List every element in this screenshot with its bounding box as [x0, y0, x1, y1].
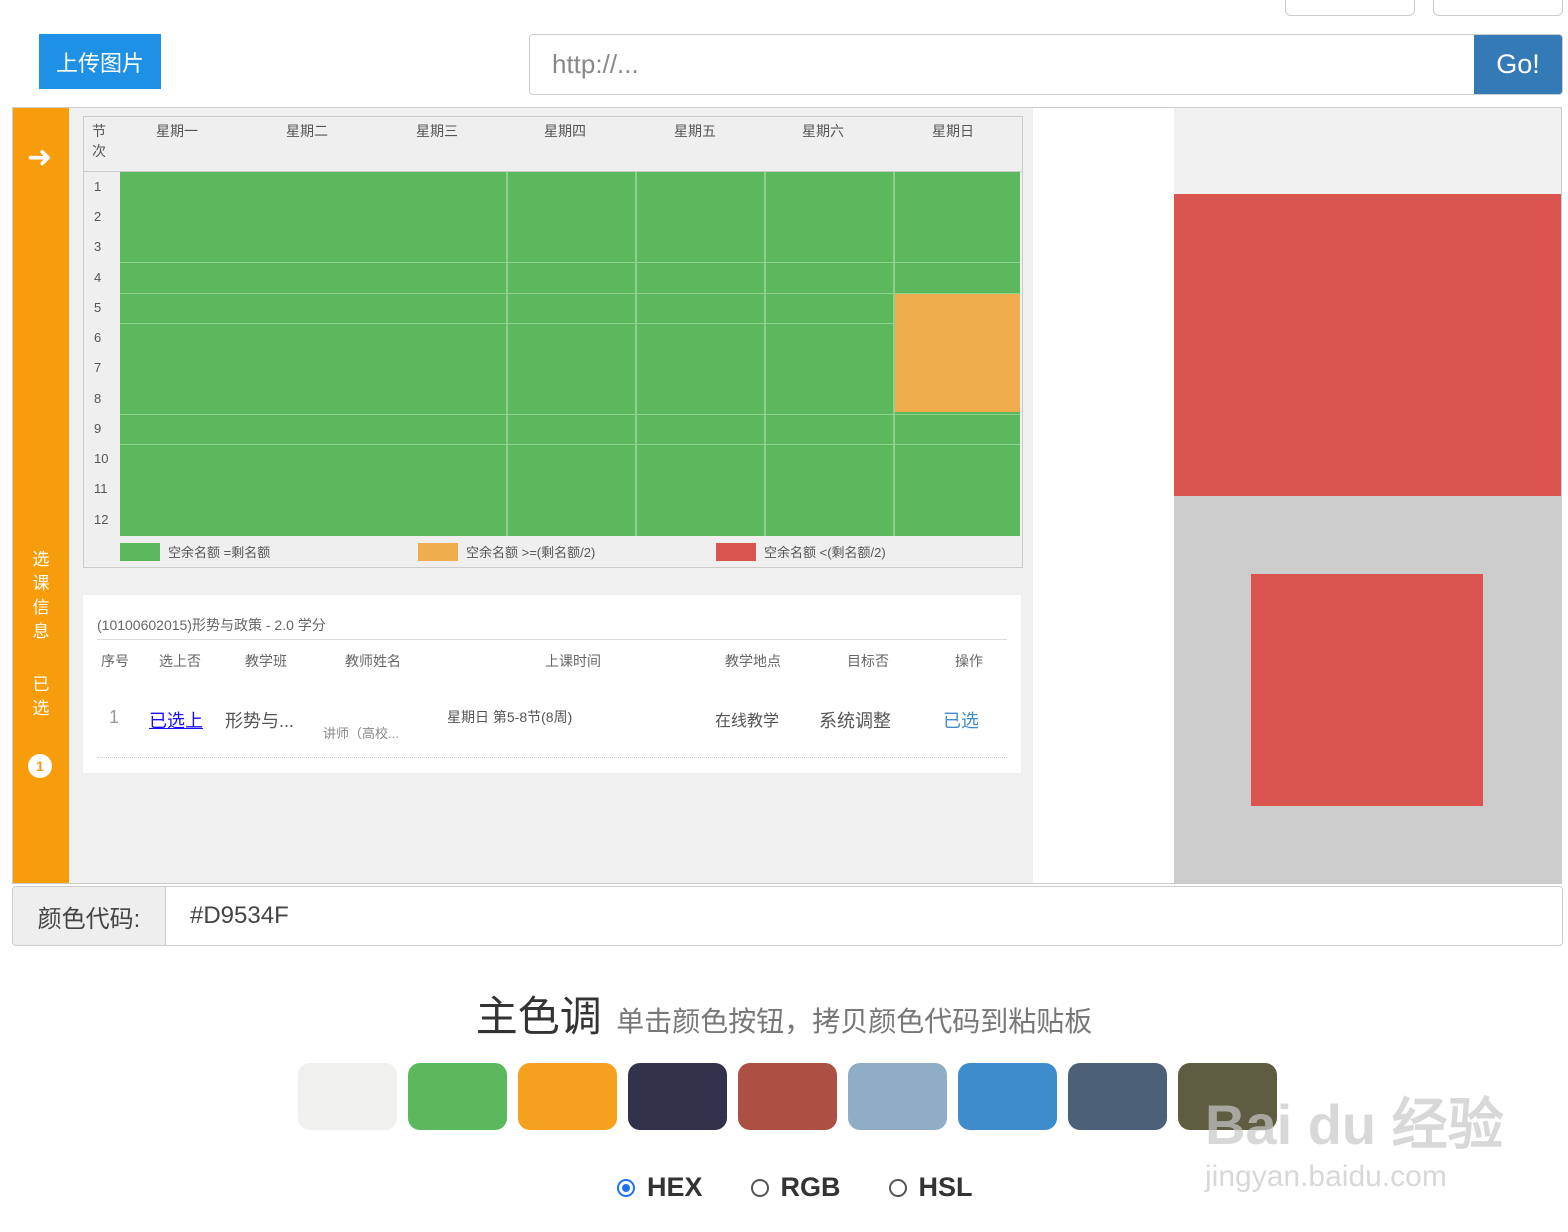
radio-button[interactable]: [888, 1178, 907, 1197]
color-code-value[interactable]: #D9534F: [166, 887, 1562, 945]
course-cell: 在线教学: [715, 713, 780, 730]
top-button-stub[interactable]: [1433, 0, 1563, 16]
schedule-grid: [120, 172, 1020, 536]
course-col-header: 序号: [101, 653, 129, 669]
legend-label: 空余名额 =剩名额: [168, 545, 271, 560]
sidebar-vertical-text: 已选: [32, 675, 50, 718]
palette-swatch[interactable]: [1068, 1063, 1167, 1130]
radio-button[interactable]: [617, 1178, 635, 1197]
header-cell: 星期六: [802, 123, 844, 139]
course-col-header: 教师姓名: [345, 653, 401, 669]
upload-image-button[interactable]: 上传图片: [39, 34, 161, 89]
row-number: 11: [94, 481, 108, 496]
radio-label: HSL: [918, 1172, 973, 1202]
course-col-header: 目标否: [847, 653, 889, 669]
course-panel: (10100602015)形势与政策 - 2.0 学分 序号 选上否 教学班 教…: [83, 595, 1021, 773]
header-cell: 星期一: [156, 123, 198, 139]
header-cell: 星期三: [416, 123, 458, 139]
header-cell: 星期四: [544, 123, 586, 139]
row-number: 5: [94, 300, 102, 315]
row-number: 2: [94, 209, 102, 224]
screenshot-sidebar: ➜ 选课信息 已选 1: [13, 108, 69, 883]
schedule-header: 节次 星期一 星期二 星期三 星期四 星期五 星期六 星期日: [84, 117, 1022, 172]
legend-item: 空余名额 >=(剩名额/2): [418, 542, 595, 561]
legend-label: 空余名额 <(剩名额/2): [764, 545, 886, 560]
course-cell: 星期日 第5-8节(8周): [447, 709, 573, 725]
course-col-header: 上课时间: [545, 653, 601, 669]
color-preview-top: [1174, 108, 1561, 194]
course-cell: 讲师（高校...: [323, 726, 399, 741]
header-cell: 星期日: [932, 123, 974, 139]
course-col-header: 操作: [955, 653, 983, 669]
radio-hsl[interactable]: HSL: [888, 1172, 973, 1203]
go-button[interactable]: Go!: [1474, 35, 1562, 94]
course-col-header: 教学地点: [725, 653, 781, 669]
row-number: 10: [94, 451, 109, 466]
arrow-right-icon: ➜: [27, 141, 53, 174]
row-number: 1: [94, 179, 102, 194]
url-input[interactable]: [530, 35, 1474, 94]
course-selected-link[interactable]: 已选上: [149, 707, 203, 733]
palette-swatch[interactable]: [628, 1063, 727, 1130]
course-cell: 1: [109, 707, 120, 727]
row-number: 6: [94, 330, 102, 345]
color-preview-main: [1174, 194, 1561, 496]
palette-swatch[interactable]: [958, 1063, 1057, 1130]
url-input-group: Go!: [529, 34, 1563, 95]
palette-swatch[interactable]: [408, 1063, 507, 1130]
row-number: 7: [94, 360, 102, 375]
palette-swatch[interactable]: [518, 1063, 617, 1130]
legend-label: 空余名额 >=(剩名额/2): [466, 545, 596, 560]
schedule-cell-orange: [895, 294, 1020, 412]
radio-rgb[interactable]: RGB: [750, 1172, 841, 1203]
format-radio-group: HEX RGB HSL: [617, 1172, 973, 1203]
row-number: 8: [94, 391, 102, 406]
palette-swatch[interactable]: [738, 1063, 837, 1130]
uploaded-screenshot: ➜ 选课信息 已选 1 节次 星期一 星期二 星期三 星期四 星期五 星期六 星…: [13, 108, 1033, 883]
row-number: 4: [94, 270, 102, 285]
header-cell: 星期五: [674, 123, 716, 139]
header-cell: 星期二: [286, 123, 328, 139]
color-code-label: 颜色代码:: [13, 887, 166, 945]
course-col-header: 选上否: [159, 653, 201, 669]
schedule-table: 节次 星期一 星期二 星期三 星期四 星期五 星期六 星期日 1 2 3 4 5…: [83, 116, 1023, 568]
sidebar-vertical-text: 选课信息: [32, 550, 50, 641]
color-preview-square: [1251, 574, 1483, 806]
watermark-logo: Bai du 经验: [1205, 1093, 1504, 1156]
top-button-stub[interactable]: [1285, 0, 1415, 16]
radio-hex[interactable]: HEX: [617, 1172, 703, 1203]
radio-button[interactable]: [750, 1178, 769, 1197]
row-number: 9: [94, 421, 102, 436]
palette-swatch[interactable]: [298, 1063, 397, 1130]
course-cell: 形势与...: [225, 711, 295, 731]
radio-label: HEX: [647, 1172, 703, 1202]
color-code-row: 颜色代码: #D9534F: [12, 886, 1563, 946]
legend-item: 空余名额 =剩名额: [120, 542, 270, 561]
radio-label: RGB: [780, 1172, 841, 1202]
header-cell: 节次: [92, 123, 106, 159]
palette-subtitle: 单击颜色按钮，拷贝颜色代码到粘贴板: [616, 1006, 1093, 1037]
image-preview: ➜ 选课信息 已选 1 节次 星期一 星期二 星期三 星期四 星期五 星期六 星…: [12, 107, 1562, 884]
palette-swatch[interactable]: [848, 1063, 947, 1130]
row-number: 12: [94, 512, 109, 527]
legend-item: 空余名额 <(剩名额/2): [716, 542, 886, 561]
course-title: (10100602015)形势与政策 - 2.0 学分: [97, 617, 326, 633]
count-badge: 1: [28, 754, 52, 778]
row-number: 3: [94, 239, 102, 254]
course-cell: 系统调整: [819, 711, 891, 731]
course-col-header: 教学班: [245, 653, 287, 669]
color-preview: [1174, 108, 1561, 883]
watermark-url: jingyan.baidu.com: [1205, 1160, 1447, 1193]
palette-title-line: 主色调 单击颜色按钮，拷贝颜色代码到粘贴板: [0, 983, 1568, 1044]
course-action-link[interactable]: 已选: [943, 707, 979, 733]
palette-title: 主色调: [475, 993, 602, 1040]
